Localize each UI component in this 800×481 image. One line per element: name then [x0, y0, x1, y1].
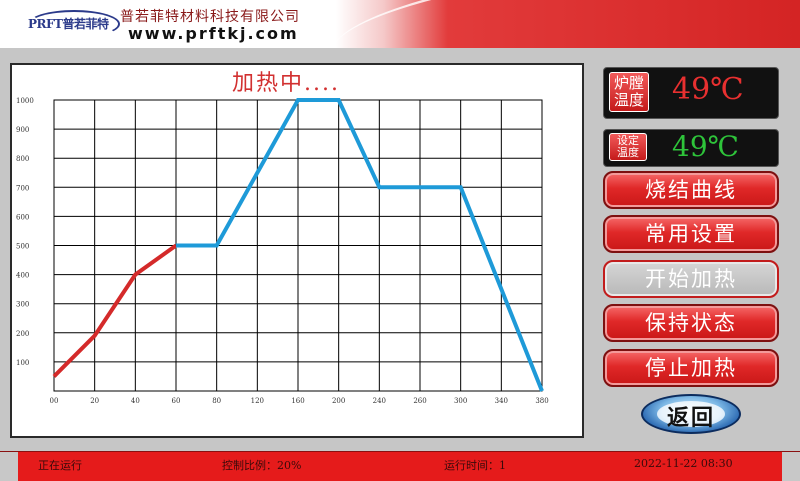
y-tick-label: 1000: [16, 97, 34, 105]
x-tick-label: 120: [251, 397, 264, 405]
sinter-curve-button[interactable]: 烧结曲线: [603, 171, 779, 209]
furnace-temperature-label: 炉膛 温度: [609, 72, 649, 112]
y-tick-label: 100: [16, 359, 29, 367]
y-tick-label: 500: [16, 243, 29, 251]
y-tick-label: 900: [16, 126, 29, 134]
company-website: www.prftkj.com: [128, 24, 299, 43]
company-logo: PRFT普若菲特: [28, 10, 120, 38]
back-button-label: 返回: [666, 406, 715, 431]
status-bar-right-edge: [782, 452, 800, 481]
setpoint-temperature-value: 49℃: [672, 130, 739, 163]
y-tick-label: 200: [16, 330, 29, 338]
header-bar: PRFT普若菲特 普若菲特材料科技有限公司 www.prftkj.com: [0, 0, 800, 48]
x-tick-label: 20: [90, 397, 99, 405]
y-tick-label: 400: [16, 272, 29, 280]
furnace-temperature-readout: 炉膛 温度 49℃: [603, 67, 779, 119]
header-swoosh: [325, 0, 800, 48]
y-tick-label: 600: [16, 213, 29, 221]
common-settings-button[interactable]: 常用设置: [603, 215, 779, 253]
stop-heating-button[interactable]: 停止加热: [603, 349, 779, 387]
x-tick-label: 80: [212, 397, 221, 405]
furnace-label-line1: 炉膛: [613, 74, 644, 92]
setpoint-label-line2: 温度: [617, 146, 639, 160]
y-tick-label: 700: [16, 184, 29, 192]
hold-status-button[interactable]: 保持状态: [603, 304, 779, 342]
setpoint-temperature-readout: 设定 温度 49℃: [603, 129, 779, 167]
chart-plot: 100 200 300 400 500 600 700 800 900 1000 00 20 40 60 8…: [16, 97, 549, 405]
status-bar: 正在运行 控制比例：20% 运行时间：1 2022-11-22 08:30: [0, 451, 800, 481]
control-ratio-text: 控制比例：20%: [222, 459, 302, 472]
x-tick-label: 380: [535, 397, 548, 405]
company-name: 普若菲特材料科技有限公司: [120, 9, 300, 25]
furnace-label-line2: 温度: [613, 90, 644, 109]
x-tick-label: 300: [454, 397, 467, 405]
x-tick-label: 200: [332, 397, 345, 405]
furnace-temperature-value: 49℃: [672, 72, 744, 107]
x-tick-label: 160: [291, 397, 304, 405]
series-line-0: [52, 243, 178, 378]
start-heating-button[interactable]: 开始加热: [603, 260, 779, 298]
x-tick-label: 40: [131, 397, 140, 405]
y-tick-label: 300: [16, 301, 29, 309]
back-button[interactable]: 返回: [641, 394, 741, 434]
run-time-text: 运行时间：1: [444, 459, 506, 472]
x-tick-label: 240: [373, 397, 386, 405]
run-state-text: 正在运行: [38, 459, 82, 472]
datetime-text: 2022-11-22 08:30: [634, 457, 733, 470]
x-tick-label: 340: [495, 397, 508, 405]
x-tick-label: 260: [413, 397, 426, 405]
x-tick-label: 00: [50, 397, 59, 405]
status-bar-left-edge: [0, 452, 18, 481]
logo-text: PRFT普若菲特: [28, 17, 109, 31]
y-tick-label: 800: [16, 155, 29, 163]
setpoint-temperature-label: 设定 温度: [609, 133, 647, 161]
x-tick-label: 60: [172, 397, 181, 405]
firing-curve-chart: 加热中.... 100 200 300 400 500 600 700 800 900 1000 0…: [10, 63, 584, 438]
